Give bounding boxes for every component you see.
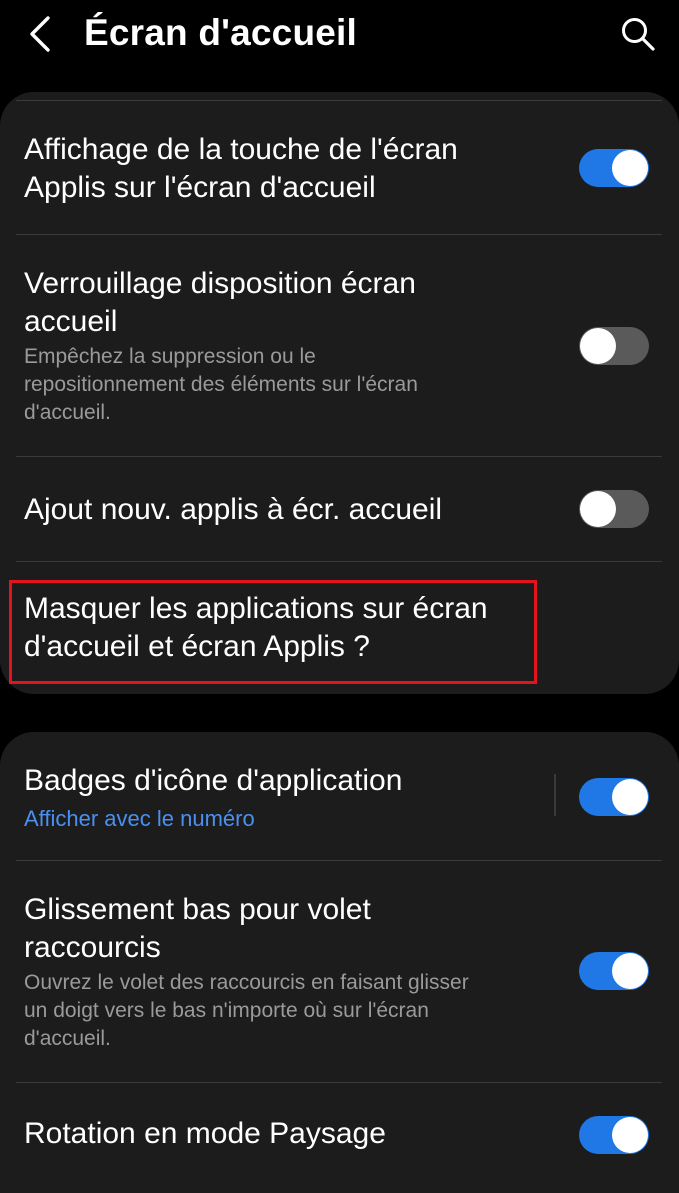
toggle-knob — [612, 1117, 648, 1153]
toggle-knob — [580, 491, 616, 527]
setting-description-line: d'accueil. — [24, 1027, 111, 1050]
add-new-apps-toggle[interactable] — [579, 490, 649, 528]
setting-title-line: raccourcis — [24, 931, 161, 964]
setting-description: Empêchez la suppression ou le reposition… — [24, 343, 544, 427]
toggle-knob — [612, 953, 648, 989]
landscape-rotation-toggle[interactable] — [579, 1116, 649, 1154]
setting-description-line: repositionnement des éléments sur l'écra… — [24, 373, 418, 396]
setting-status-link[interactable]: Afficher avec le numéro — [24, 805, 255, 833]
setting-description-line: un doigt vers le bas n'importe où sur l'… — [24, 999, 429, 1022]
search-button[interactable] — [612, 8, 664, 60]
back-button[interactable] — [20, 12, 60, 56]
setting-row-swipe-down[interactable]: Glissement bas pour volet raccourcis Ouv… — [0, 861, 679, 1082]
vertical-separator — [554, 774, 556, 816]
apps-button-toggle[interactable] — [579, 149, 649, 187]
setting-row-icon-badges[interactable]: Badges d'icône d'application Afficher av… — [0, 732, 679, 860]
swipe-down-toggle[interactable] — [579, 952, 649, 990]
setting-title-line: Applis sur l'écran d'accueil — [24, 171, 376, 204]
setting-row-landscape-rotation[interactable]: Rotation en mode Paysage — [0, 1083, 679, 1193]
setting-title-line: Verrouillage disposition écran — [24, 267, 416, 300]
setting-row-apps-button[interactable]: Affichage de la touche de l'écran Applis… — [0, 101, 679, 234]
app-header: Écran d'accueil — [0, 0, 679, 80]
settings-card-2: Badges d'icône d'application Afficher av… — [0, 732, 679, 1193]
setting-title: Ajout nouv. applis à écr. accueil — [24, 493, 443, 526]
setting-title: Rotation en mode Paysage — [24, 1117, 386, 1150]
icon-badges-toggle[interactable] — [579, 778, 649, 816]
lock-layout-toggle[interactable] — [579, 327, 649, 365]
setting-description: Ouvrez le volet des raccourcis en faisan… — [24, 969, 544, 1053]
setting-row-add-new-apps[interactable]: Ajout nouv. applis à écr. accueil — [0, 457, 679, 561]
toggle-knob — [580, 328, 616, 364]
search-icon — [622, 18, 655, 51]
setting-title-line: Affichage de la touche de l'écran — [24, 133, 458, 166]
toggle-knob — [612, 779, 648, 815]
chevron-left-icon — [30, 16, 50, 52]
setting-title: Glissement bas pour volet raccourcis — [24, 891, 554, 967]
setting-description-line: d'accueil. — [24, 401, 111, 424]
toggle-knob — [612, 150, 648, 186]
setting-description-line: Empêchez la suppression ou le — [24, 345, 316, 368]
setting-title: Verrouillage disposition écran accueil — [24, 265, 554, 341]
setting-row-lock-layout[interactable]: Verrouillage disposition écran accueil E… — [0, 235, 679, 456]
setting-title-line: Glissement bas pour volet — [24, 893, 371, 926]
setting-title: Badges d'icône d'application — [24, 764, 403, 797]
setting-title: Affichage de la touche de l'écran Applis… — [24, 131, 554, 207]
page-title: Écran d'accueil — [84, 12, 357, 53]
setting-title-line: accueil — [24, 305, 118, 338]
setting-description-line: Ouvrez le volet des raccourcis en faisan… — [24, 971, 469, 994]
highlight-box — [9, 580, 537, 684]
